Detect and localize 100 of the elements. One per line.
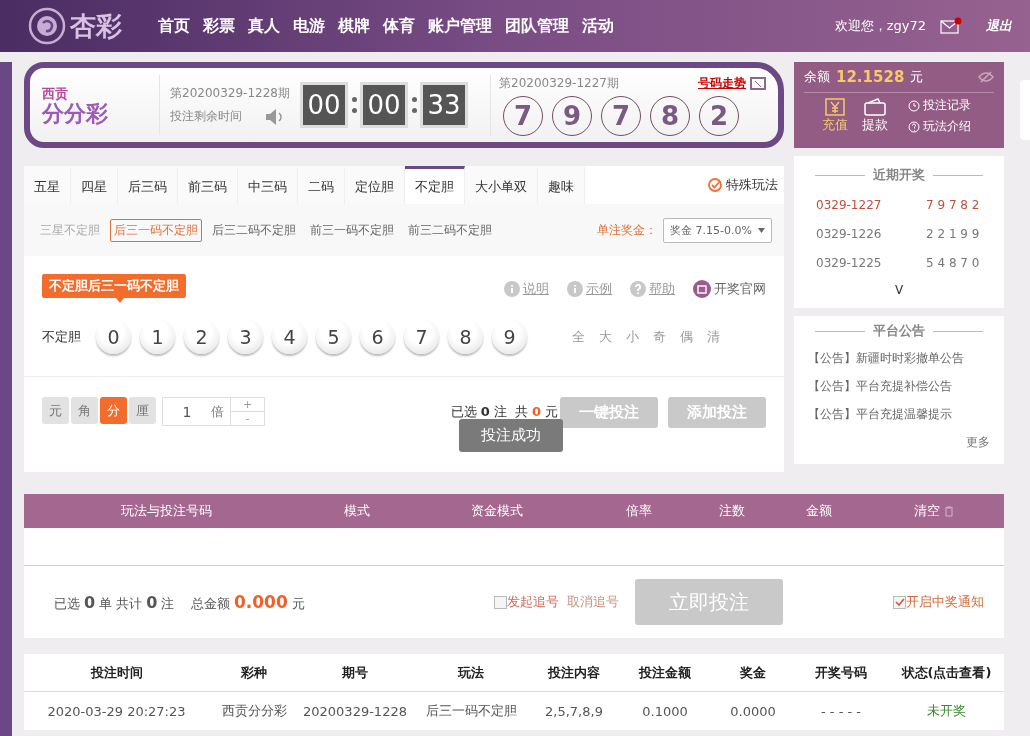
column-header: 注数 <box>717 502 746 520</box>
expand-toggle[interactable]: V <box>894 283 904 297</box>
number-ball[interactable]: 5 <box>316 319 351 354</box>
nav-link[interactable]: 体育 <box>383 15 415 37</box>
chart-window-icon[interactable] <box>750 76 766 90</box>
countdown-digits: 33 <box>420 82 468 128</box>
cart-summary: 已选 0 单 共计 0 注 总金额 0.000 元 <box>54 591 305 613</box>
play-tab[interactable]: 四星 <box>71 166 118 204</box>
number-ball[interactable]: 3 <box>228 319 263 354</box>
nav-link[interactable]: 棋牌 <box>338 15 370 37</box>
subplay-tab[interactable]: 后三一码不定胆 <box>110 218 202 242</box>
play-tab[interactable]: 趣味 <box>538 166 585 204</box>
column-header: 彩种 <box>240 663 268 682</box>
balance-label: 余额 <box>804 68 830 86</box>
account-action[interactable]: 充值 <box>822 98 848 134</box>
draw-numbers: 7 9 7 8 2 <box>926 197 981 212</box>
clock-icon <box>908 99 920 112</box>
play-tab[interactable]: 大小单双 <box>465 166 538 204</box>
row-label: 不定胆 <box>42 327 81 346</box>
account-action[interactable]: 提款 <box>862 98 888 134</box>
play-tab[interactable]: 后三码 <box>118 166 178 204</box>
number-ball[interactable]: 4 <box>272 319 307 354</box>
play-tab[interactable]: 二码 <box>298 166 345 204</box>
special-play-link[interactable]: 特殊玩法 <box>726 176 778 194</box>
nav-link[interactable]: 真人 <box>248 15 280 37</box>
nav-link[interactable]: 团队管理 <box>505 15 569 37</box>
chase-checkbox[interactable]: 发起追号 <box>494 593 559 611</box>
account-link[interactable]: 投注记录 <box>908 97 971 114</box>
draw-numbers: 5 4 8 7 0 <box>926 255 981 270</box>
table-cell-text: 后三一码不定胆 <box>424 702 518 720</box>
toast-message: 投注成功 <box>459 419 563 452</box>
notice-link[interactable]: 【公告】平台充提补偿公告 <box>808 372 990 400</box>
yen-card-icon <box>825 98 845 116</box>
countdown-digits: 00 <box>300 82 348 128</box>
countdown-digits: 00 <box>360 82 408 128</box>
hide-eye-icon[interactable] <box>978 71 994 83</box>
logout-link[interactable]: 退出 <box>986 17 1012 35</box>
wallet-icon <box>864 98 886 116</box>
number-ball[interactable]: 9 <box>492 319 527 354</box>
table-cell-text: 0.1000 <box>641 703 689 719</box>
official-site-link[interactable]: 开奖官网 <box>693 279 766 298</box>
bet-summary: 已选 0 注 共 0 元 <box>450 403 558 421</box>
draw-issue: 0329-1226 <box>816 226 882 241</box>
draw-numbers: 2 2 1 9 9 <box>926 226 981 241</box>
column-header: 投注内容 <box>546 663 601 682</box>
notify-checkbox[interactable]: 开启中奖通知 <box>893 593 984 611</box>
account-link[interactable]: 玩法介绍 <box>908 118 971 135</box>
notice-link[interactable]: 【公告】新疆时时彩撤单公告 <box>808 344 990 372</box>
nav-link[interactable]: 首页 <box>158 15 190 37</box>
play-tab[interactable]: 中三码 <box>238 166 298 204</box>
card-title: 近期开奖 <box>873 166 925 184</box>
subplay-tab[interactable]: 前三二码不定胆 <box>404 218 496 242</box>
table-cell-text: 20200329-1228 <box>302 703 408 719</box>
column-header: 倍率 <box>625 502 653 520</box>
lottery-region: 西贡 <box>42 85 69 103</box>
badge-pointer-icon <box>116 298 124 303</box>
status-link[interactable]: 未开奖 <box>889 702 1004 720</box>
number-ball[interactable]: 8 <box>448 319 483 354</box>
table-cell-text: 2,5,7,8,9 <box>544 703 604 719</box>
unit-button[interactable]: 元 <box>42 397 69 424</box>
unit-button[interactable]: 角 <box>71 397 98 424</box>
column-header: 期号 <box>341 663 369 682</box>
number-ball[interactable]: 0 <box>96 319 131 354</box>
column-header: 玩法与投注号码 <box>120 502 213 520</box>
number-ball[interactable]: 1 <box>140 319 175 354</box>
unit-button[interactable]: 厘 <box>129 397 156 424</box>
column-header: 金额 <box>805 502 833 520</box>
check-circle-icon <box>708 178 722 192</box>
column-header: 投注金额 <box>637 663 692 682</box>
more-link[interactable]: 更多 <box>966 434 990 451</box>
mail-icon[interactable] <box>940 17 962 35</box>
play-tab[interactable]: 前三码 <box>178 166 238 204</box>
play-tab[interactable]: 定位胆 <box>345 166 405 204</box>
nav-link[interactable]: 电游 <box>293 15 325 37</box>
prize-select[interactable]: 奖金 7.15-0.0% <box>663 217 772 243</box>
logo-emblem-icon <box>28 7 66 45</box>
number-ball[interactable]: 2 <box>184 319 219 354</box>
number-ball[interactable]: 6 <box>360 319 395 354</box>
column-header: 奖金 <box>739 663 767 682</box>
current-issue: 第20200329-1228期 <box>170 84 290 102</box>
play-tab[interactable]: 不定胆 <box>405 166 465 204</box>
nav-link[interactable]: 彩票 <box>203 15 235 37</box>
subplay-tab[interactable]: 前三一码不定胆 <box>306 218 398 242</box>
help-icon <box>630 280 646 297</box>
nav-link[interactable]: 账户管理 <box>428 15 492 37</box>
nav-link[interactable]: 活动 <box>582 15 614 37</box>
balance-amount: 12.1528 <box>836 68 905 86</box>
clear-link[interactable]: 清空 <box>864 502 1004 520</box>
trash-icon <box>944 505 954 517</box>
column-header: 资金模式 <box>469 502 524 520</box>
number-ball[interactable]: 7 <box>404 319 439 354</box>
notice-link[interactable]: 【公告】平台充提温馨提示 <box>808 400 990 428</box>
play-tab[interactable]: 五星 <box>24 166 71 204</box>
column-header: 状态(点击查看) <box>900 663 993 682</box>
speaker-icon[interactable] <box>264 107 284 126</box>
subplay-tab[interactable]: 后三二码不定胆 <box>208 218 300 242</box>
table-cell-text: 西贡分分彩 <box>220 702 288 720</box>
trend-link[interactable]: 号码走势 <box>698 74 746 92</box>
draw-issue: 0329-1225 <box>816 255 882 270</box>
table-cell-text: 2020-03-29 20:27:23 <box>46 703 187 719</box>
